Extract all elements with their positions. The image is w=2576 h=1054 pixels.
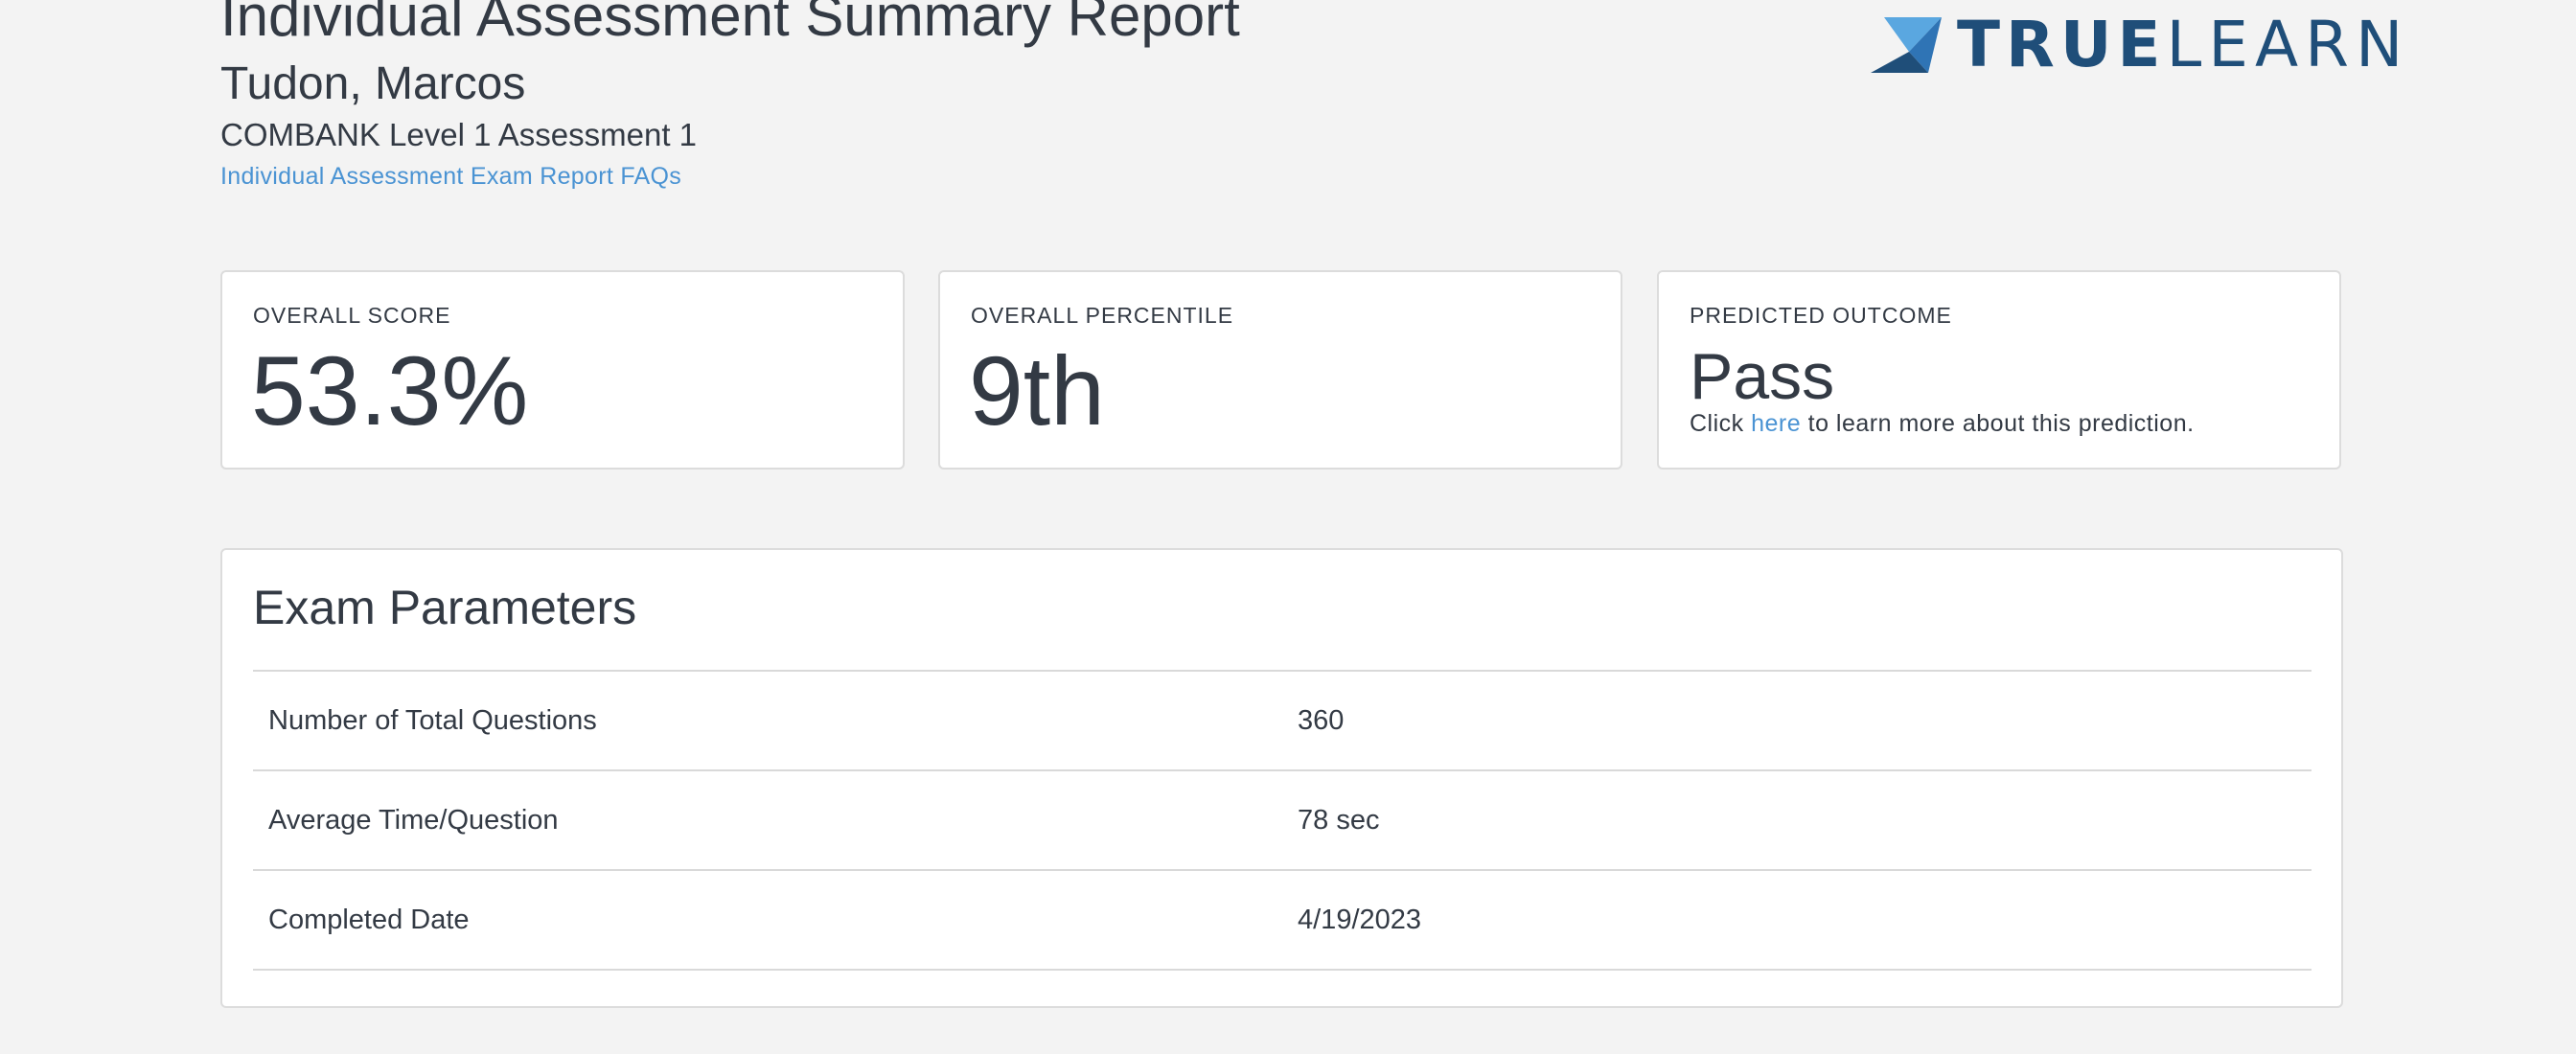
- assessment-name: COMBANK Level 1 Assessment 1: [220, 117, 698, 152]
- logo-text-true: TRUE: [1957, 8, 2167, 81]
- report-page: Individual Assessment Summary Report Tud…: [0, 0, 2576, 1054]
- truelearn-logo: TRUELEARN: [1871, 13, 2409, 77]
- exam-parameters-panel: Exam Parameters Number of Total Question…: [220, 548, 2343, 1008]
- summary-cards: OVERALL SCORE 53.3% OVERALL PERCENTILE 9…: [220, 270, 2343, 471]
- report-header: Individual Assessment Summary Report Tud…: [220, 0, 2403, 211]
- overall-percentile-label: OVERALL PERCENTILE: [971, 303, 1234, 328]
- prediction-info-link[interactable]: here: [1751, 410, 1801, 437]
- parameter-value: 78 sec: [1282, 769, 2312, 870]
- page-title: Individual Assessment Summary Report: [220, 0, 1240, 48]
- exam-parameters-table: Number of Total Questions 360 Average Ti…: [253, 670, 2312, 971]
- predicted-outcome-label: PREDICTED OUTCOME: [1690, 303, 1952, 328]
- prediction-note-prefix: Click: [1690, 410, 1744, 437]
- logo-wordmark: TRUELEARN: [1957, 13, 2409, 77]
- student-name: Tudon, Marcos: [220, 58, 526, 109]
- exam-parameters-title: Exam Parameters: [253, 581, 637, 634]
- faq-link[interactable]: Individual Assessment Exam Report FAQs: [220, 161, 681, 192]
- overall-score-card: OVERALL SCORE 53.3%: [220, 270, 905, 470]
- parameter-value: 4/19/2023: [1282, 869, 2312, 971]
- overall-percentile-card: OVERALL PERCENTILE 9th: [938, 270, 1622, 470]
- parameter-label: Average Time/Question: [253, 769, 1282, 870]
- prediction-note-suffix: to learn more about this prediction.: [1807, 410, 2195, 437]
- table-row: Number of Total Questions 360: [253, 670, 2312, 770]
- overall-score-value: 53.3%: [251, 336, 529, 446]
- table-row: Average Time/Question 78 sec: [253, 769, 2312, 870]
- overall-percentile-value: 9th: [969, 336, 1105, 446]
- parameter-label: Completed Date: [253, 869, 1282, 971]
- parameter-value: 360: [1282, 670, 2312, 770]
- logo-mark-icon: [1871, 17, 1942, 73]
- parameter-label: Number of Total Questions: [253, 670, 1282, 770]
- table-row: Completed Date 4/19/2023: [253, 869, 2312, 971]
- logo-text-learn: LEARN: [2166, 8, 2410, 81]
- overall-score-label: OVERALL SCORE: [253, 303, 451, 328]
- prediction-note: Click here to learn more about this pred…: [1690, 408, 2195, 439]
- predicted-outcome-value: Pass: [1690, 340, 1835, 413]
- predicted-outcome-card: PREDICTED OUTCOME Pass Click here to lea…: [1657, 270, 2341, 470]
